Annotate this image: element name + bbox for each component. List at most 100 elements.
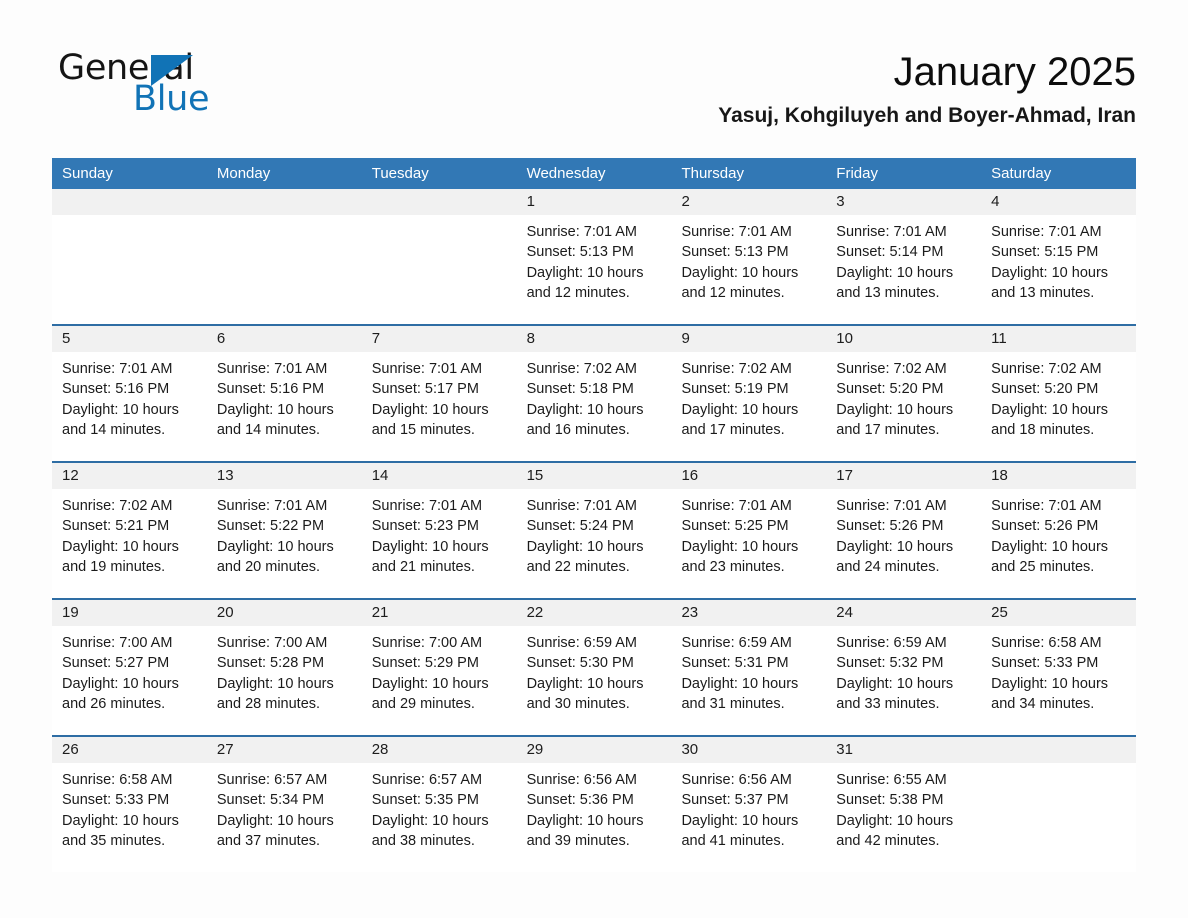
- day-cell[interactable]: Sunrise: 6:59 AM Sunset: 5:32 PM Daylight:…: [826, 626, 981, 735]
- day-number[interactable]: 4: [981, 189, 1136, 215]
- day-detail-line: Sunset: 5:27 PM: [62, 655, 170, 672]
- day-detail-line: Sunset: 5:30 PM: [526, 655, 634, 672]
- day-detail-line: Daylight: 10 hours: [526, 401, 644, 418]
- day-cell[interactable]: Sunrise: 7:01 AM Sunset: 5:25 PM Daylight:…: [671, 489, 826, 598]
- day-detail-line: Daylight: 10 hours: [216, 812, 334, 829]
- day-number[interactable]: 20: [207, 600, 362, 626]
- day-detail-line: Sunrise: 6:56 AM: [681, 772, 792, 788]
- day-number[interactable]: 31: [826, 737, 981, 763]
- day-number[interactable]: 29: [517, 737, 672, 763]
- day-cell[interactable]: Sunrise: 7:02 AM Sunset: 5:18 PM Daylight:…: [517, 352, 672, 461]
- day-cell[interactable]: Sunrise: 7:00 AM Sunset: 5:28 PM Daylight:…: [207, 626, 362, 735]
- day-detail-line: Daylight: 10 hours: [526, 538, 644, 555]
- day-number[interactable]: 23: [671, 600, 826, 626]
- day-detail-line: Sunset: 5:34 PM: [216, 792, 325, 809]
- general-blue-logo[interactable]: General Blue: [58, 48, 288, 119]
- day-number[interactable]: 24: [826, 600, 981, 626]
- day-detail-line: Sunrise: 7:02 AM: [836, 361, 947, 377]
- day-number[interactable]: 13: [207, 463, 362, 489]
- day-cell[interactable]: Sunrise: 7:01 AM Sunset: 5:23 PM Daylight:…: [362, 489, 517, 598]
- day-detail-line: and 15 minutes.: [371, 421, 475, 438]
- day-detail-line: Sunrise: 7:01 AM: [991, 498, 1102, 514]
- day-detail-line: and 31 minutes.: [681, 695, 785, 712]
- title-block: January 2025 Yasuj, Kohgiluyeh and Boyer…: [718, 48, 1136, 129]
- day-detail-line: Daylight: 10 hours: [62, 675, 179, 692]
- day-number[interactable]: 1: [517, 189, 672, 215]
- day-cell[interactable]: Sunrise: 7:00 AM Sunset: 5:29 PM Daylight:…: [362, 626, 517, 735]
- day-number[interactable]: 9: [671, 326, 826, 352]
- day-detail-line: and 23 minutes.: [681, 558, 785, 575]
- day-cell[interactable]: Sunrise: 6:59 AM Sunset: 5:30 PM Daylight:…: [517, 626, 672, 735]
- day-cell[interactable]: Sunrise: 7:01 AM Sunset: 5:13 PM Daylight:…: [671, 215, 826, 324]
- day-detail-line: Sunrise: 7:01 AM: [216, 498, 328, 514]
- day-detail-line: Daylight: 10 hours: [991, 538, 1109, 555]
- day-cell[interactable]: Sunrise: 7:01 AM Sunset: 5:17 PM Daylight:…: [362, 352, 517, 461]
- day-detail-line: and 37 minutes.: [216, 832, 321, 849]
- day-number[interactable]: 8: [517, 326, 672, 352]
- day-cell[interactable]: Sunrise: 7:01 AM Sunset: 5:24 PM Daylight:…: [517, 489, 672, 598]
- day-cell[interactable]: Sunrise: 6:55 AM Sunset: 5:38 PM Daylight:…: [826, 763, 981, 872]
- day-number[interactable]: 2: [671, 189, 826, 215]
- day-number[interactable]: 16: [671, 463, 826, 489]
- day-cell[interactable]: Sunrise: 7:01 AM Sunset: 5:22 PM Daylight:…: [207, 489, 362, 598]
- day-detail-line: and 17 minutes.: [681, 421, 785, 438]
- day-detail-line: Sunrise: 7:01 AM: [836, 224, 947, 240]
- calendar-weeks: 1 2 3 4 Sunrise: 7:01 AM Sunset: 5:13 PM Dayli…: [52, 189, 1136, 872]
- day-detail-line: and 30 minutes.: [526, 695, 630, 712]
- day-detail-line: and 24 minutes.: [836, 558, 940, 575]
- day-cell[interactable]: Sunrise: 7:01 AM Sunset: 5:26 PM Daylight:…: [981, 489, 1136, 598]
- day-cell[interactable]: Sunrise: 7:02 AM Sunset: 5:20 PM Daylight:…: [826, 352, 981, 461]
- day-cell[interactable]: Sunrise: 7:01 AM Sunset: 5:15 PM Daylight:…: [981, 215, 1136, 324]
- day-cell[interactable]: Sunrise: 7:00 AM Sunset: 5:27 PM Daylight:…: [52, 626, 207, 735]
- week-day-number-band: 19 20 21 22 23 24 25: [52, 600, 1136, 626]
- day-number[interactable]: 19: [52, 600, 207, 626]
- day-detail-line: Sunrise: 6:56 AM: [526, 772, 637, 788]
- day-cell[interactable]: Sunrise: 6:58 AM Sunset: 5:33 PM Daylight:…: [52, 763, 207, 872]
- day-number[interactable]: 12: [52, 463, 207, 489]
- day-number[interactable]: 17: [826, 463, 981, 489]
- day-number[interactable]: 5: [52, 326, 207, 352]
- day-number[interactable]: 25: [981, 600, 1136, 626]
- week-detail-band: Sunrise: 7:01 AM Sunset: 5:13 PM Daylight:…: [52, 215, 1136, 324]
- day-cell-empty: [362, 215, 517, 324]
- day-cell[interactable]: Sunrise: 6:57 AM Sunset: 5:34 PM Daylight:…: [207, 763, 362, 872]
- day-cell[interactable]: Sunrise: 7:01 AM Sunset: 5:13 PM Daylight:…: [517, 215, 672, 324]
- day-detail-line: Sunrise: 7:02 AM: [526, 361, 637, 377]
- day-number[interactable]: 14: [362, 463, 517, 489]
- day-number[interactable]: 11: [981, 326, 1136, 352]
- week-day-number-band: 26 27 28 29 30 31: [52, 737, 1136, 763]
- day-cell[interactable]: Sunrise: 7:02 AM Sunset: 5:19 PM Daylight:…: [671, 352, 826, 461]
- day-detail-line: and 12 minutes.: [526, 284, 630, 301]
- day-cell[interactable]: Sunrise: 6:56 AM Sunset: 5:37 PM Daylight:…: [671, 763, 826, 872]
- day-number[interactable]: 15: [517, 463, 672, 489]
- day-cell[interactable]: Sunrise: 6:57 AM Sunset: 5:35 PM Daylight:…: [362, 763, 517, 872]
- day-cell[interactable]: Sunrise: 7:01 AM Sunset: 5:16 PM Daylight:…: [207, 352, 362, 461]
- day-number[interactable]: 10: [826, 326, 981, 352]
- day-detail-line: Sunrise: 6:59 AM: [526, 635, 637, 651]
- day-cell[interactable]: Sunrise: 6:56 AM Sunset: 5:36 PM Daylight:…: [517, 763, 672, 872]
- day-cell[interactable]: Sunrise: 7:02 AM Sunset: 5:21 PM Daylight:…: [52, 489, 207, 598]
- day-detail-line: Daylight: 10 hours: [62, 401, 179, 418]
- day-number[interactable]: 18: [981, 463, 1136, 489]
- day-number[interactable]: 6: [207, 326, 362, 352]
- day-cell[interactable]: Sunrise: 7:01 AM Sunset: 5:26 PM Daylight:…: [826, 489, 981, 598]
- day-number[interactable]: 7: [362, 326, 517, 352]
- day-number[interactable]: 27: [207, 737, 362, 763]
- day-number[interactable]: 3: [826, 189, 981, 215]
- day-cell[interactable]: Sunrise: 7:01 AM Sunset: 5:14 PM Daylight:…: [826, 215, 981, 324]
- day-number[interactable]: 22: [517, 600, 672, 626]
- day-cell[interactable]: Sunrise: 6:58 AM Sunset: 5:33 PM Daylight:…: [981, 626, 1136, 735]
- week-day-number-band: 5 6 7 8 9 10 11: [52, 326, 1136, 352]
- day-number[interactable]: 26: [52, 737, 207, 763]
- day-cell[interactable]: Sunrise: 6:59 AM Sunset: 5:31 PM Daylight:…: [671, 626, 826, 735]
- day-number[interactable]: 28: [362, 737, 517, 763]
- day-cell[interactable]: Sunrise: 7:01 AM Sunset: 5:16 PM Daylight:…: [52, 352, 207, 461]
- day-number[interactable]: 21: [362, 600, 517, 626]
- day-number[interactable]: 30: [671, 737, 826, 763]
- day-detail-line: Sunset: 5:13 PM: [681, 244, 789, 261]
- day-detail-line: Sunrise: 7:01 AM: [681, 224, 792, 240]
- day-detail-line: Sunrise: 7:00 AM: [62, 635, 173, 651]
- day-detail-line: Daylight: 10 hours: [526, 812, 644, 829]
- day-number-empty: [362, 189, 517, 215]
- day-cell[interactable]: Sunrise: 7:02 AM Sunset: 5:20 PM Daylight:…: [981, 352, 1136, 461]
